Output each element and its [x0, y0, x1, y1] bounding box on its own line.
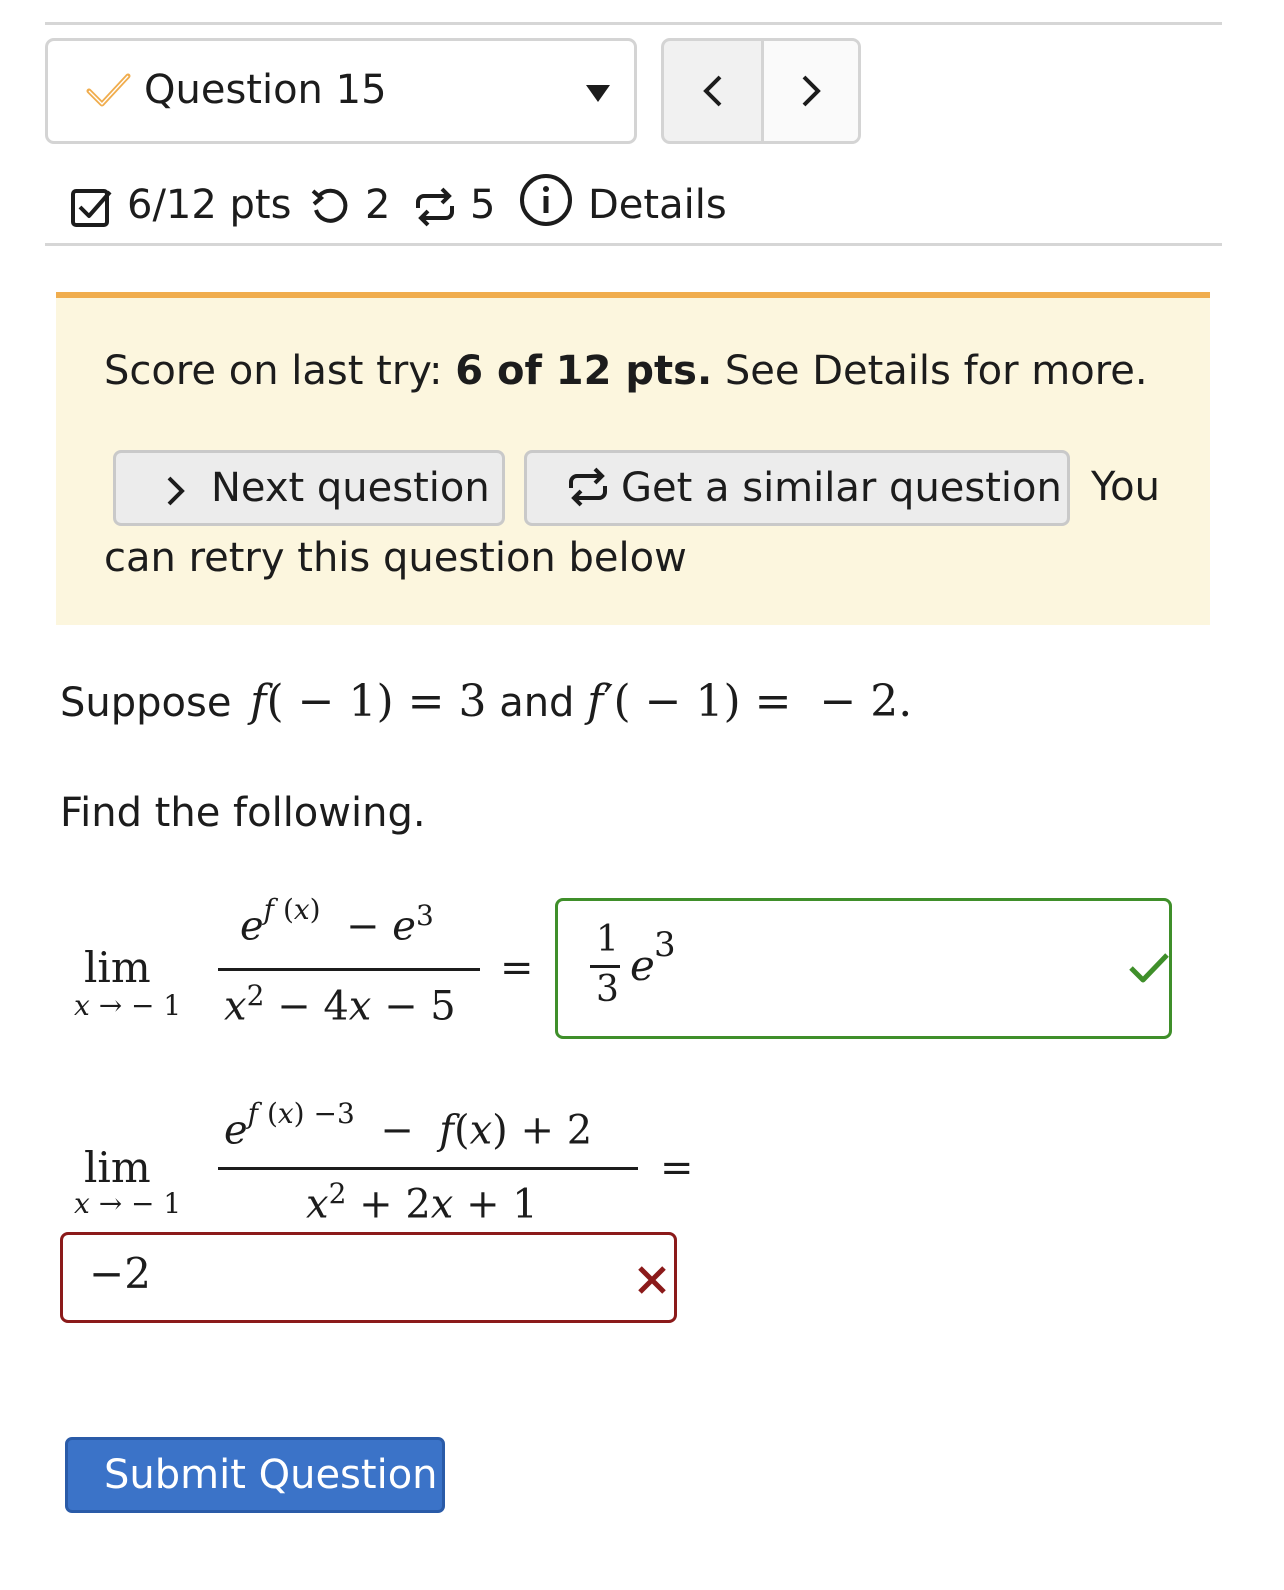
close-icon: [637, 1265, 667, 1299]
check-icon: [86, 71, 132, 115]
premise-f-value: f( − 1) = 3: [250, 676, 487, 727]
suppose-word: Suppose: [60, 680, 232, 726]
chevron-down-icon: [586, 85, 610, 107]
versions-count: 5: [470, 182, 496, 228]
question-label: Question 15: [144, 67, 387, 113]
retries-count: 2: [365, 182, 391, 228]
details-link[interactable]: Details: [588, 182, 727, 228]
question-stats: 6/12 pts 2 5 Details: [70, 172, 770, 242]
score-prefix: Score on last try:: [104, 348, 456, 394]
submit-label: Submit Question: [104, 1452, 438, 1498]
score-suffix: See Details for more.: [712, 348, 1148, 394]
submit-question-button[interactable]: Submit Question: [65, 1437, 445, 1513]
previous-question-button[interactable]: [664, 41, 761, 141]
score-message: Score on last try: 6 of 12 pts. See Deta…: [104, 348, 1148, 394]
chevron-left-icon: [703, 75, 722, 107]
versions-icon: [565, 463, 611, 521]
question-premise: Suppose f( − 1) = 3 and f′( − 1) = − 2.: [60, 676, 912, 736]
checkbox-icon: [70, 186, 114, 240]
next-question-label: Next question: [211, 465, 490, 511]
next-question-nav-button[interactable]: [764, 41, 858, 141]
limit-expression-1: lim x → − 1 ef (x) − e3 x2 − 4x − 5 =: [74, 893, 534, 1030]
score-alert: Score on last try: 6 of 12 pts. See Deta…: [56, 292, 1210, 625]
answer-field-2[interactable]: −2: [60, 1232, 677, 1323]
stats-divider: [45, 243, 1222, 246]
check-icon: [1128, 951, 1170, 989]
chevron-right-icon: [166, 471, 186, 517]
score-value: 6 of 12 pts.: [455, 348, 713, 394]
versions-icon: [412, 184, 458, 240]
answer-1-value: 1 3 e 3: [588, 919, 708, 1019]
retry-text: can retry this question below: [104, 535, 687, 581]
retry-text-start: You: [1091, 464, 1160, 510]
chevron-right-icon: [802, 75, 821, 107]
limit-expression-2: lim x → − 1 ef (x) −3 − f(x) + 2 x2 + 2x…: [74, 1097, 694, 1228]
next-question-button[interactable]: Next question: [113, 450, 505, 526]
answer-field-1[interactable]: 1 3 e 3: [555, 898, 1172, 1039]
info-icon[interactable]: [518, 172, 574, 238]
answer-2-value: −2: [89, 1249, 151, 1298]
top-divider: [45, 22, 1222, 25]
points-value: 6/12 pts: [127, 182, 292, 228]
similar-question-label: Get a similar question: [621, 465, 1062, 511]
premise-derivative-value: f′( − 1) = − 2.: [587, 676, 913, 727]
question-selector[interactable]: Question 15: [45, 38, 637, 144]
find-instruction: Find the following.: [60, 790, 426, 836]
and-word: and: [499, 680, 575, 726]
similar-question-button[interactable]: Get a similar question: [524, 450, 1070, 526]
question-nav: [661, 38, 861, 144]
retry-icon: [310, 186, 352, 238]
